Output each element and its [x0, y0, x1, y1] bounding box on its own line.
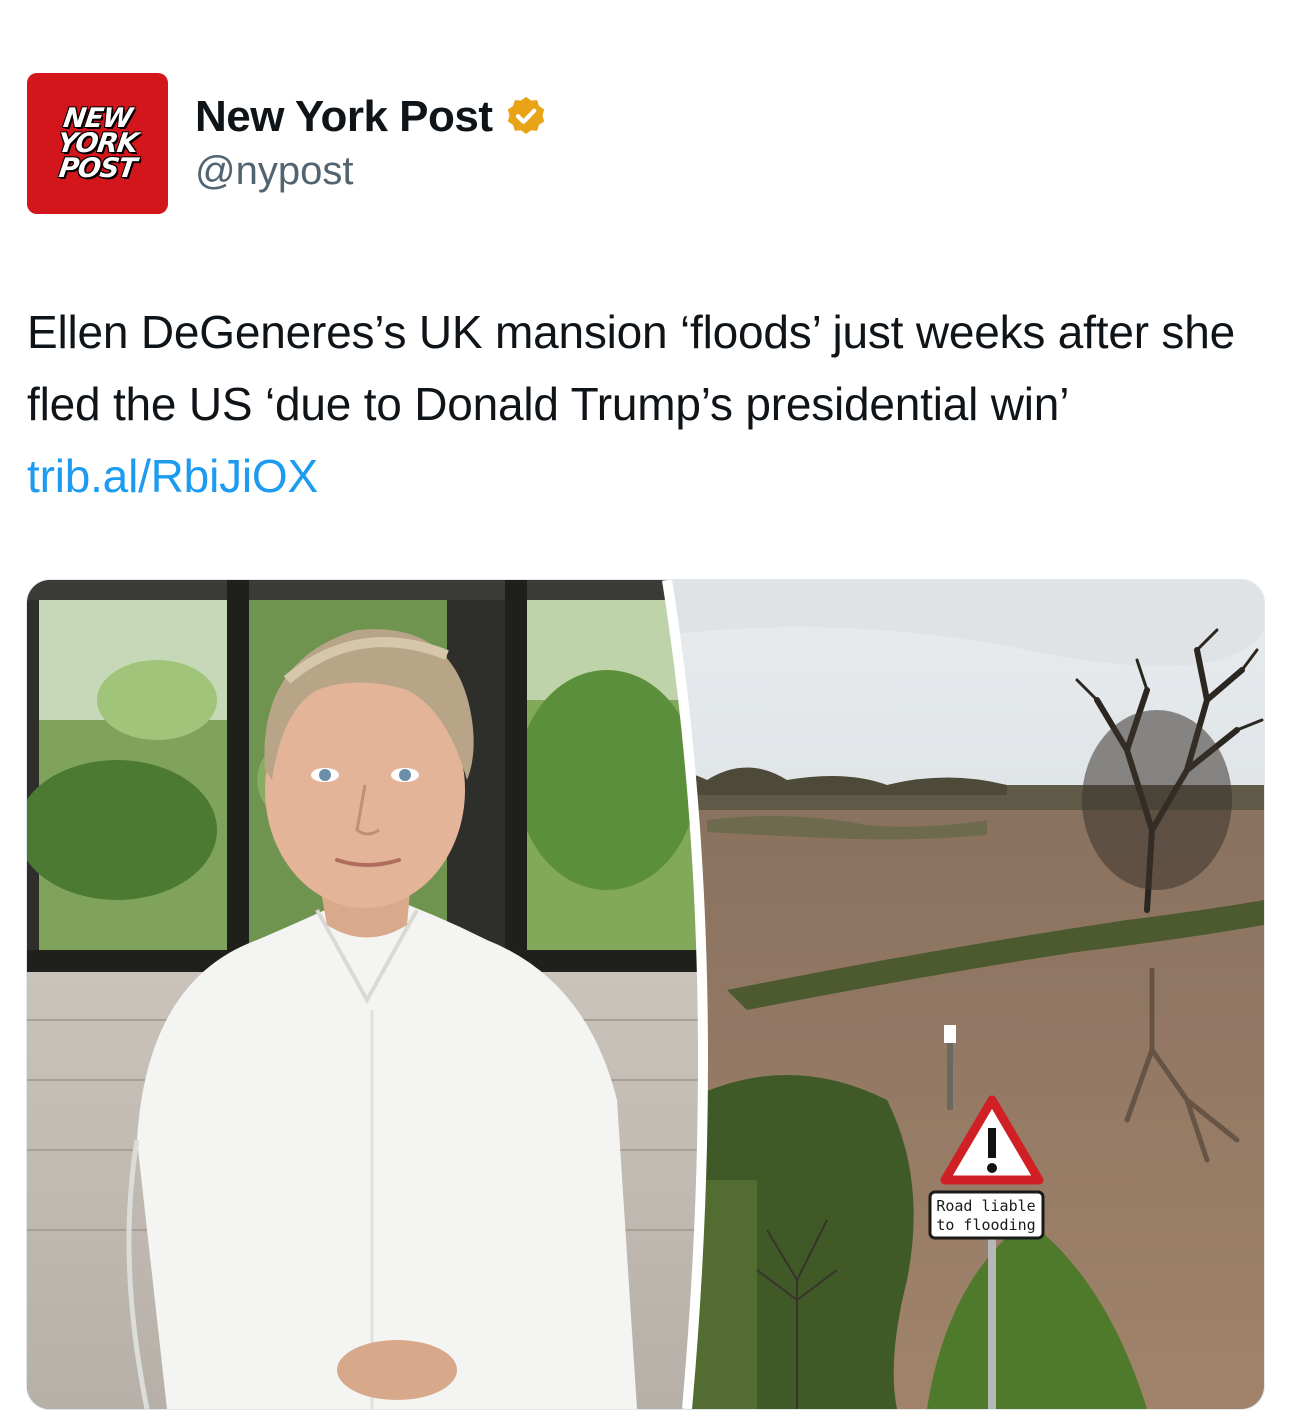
- verified-badge-icon: [503, 94, 549, 140]
- avatar[interactable]: NEW YORK POST: [27, 73, 168, 214]
- logo-text-line-3: POST: [57, 153, 138, 184]
- display-name[interactable]: New York Post: [195, 92, 493, 142]
- name-row: New York Post: [195, 91, 549, 143]
- account-handle[interactable]: @nypost: [195, 149, 549, 194]
- portrait-photo: [27, 580, 703, 1409]
- tweet-text: Ellen DeGeneres’s UK mansion ‘floods’ ju…: [27, 296, 1267, 512]
- flood-photo: Road liable to flooding: [627, 580, 1264, 1409]
- sign-text-line-1: Road liable: [936, 1197, 1035, 1215]
- tweet-link[interactable]: trib.al/RbiJiOX: [27, 450, 318, 502]
- tweet-header: NEW YORK POST New York Post @nypost: [27, 73, 549, 214]
- sign-text-line-2: to flooding: [936, 1216, 1035, 1234]
- tweet-media[interactable]: Road liable to flooding: [26, 579, 1265, 1410]
- account-identity: New York Post @nypost: [195, 91, 549, 194]
- tweet-body: Ellen DeGeneres’s UK mansion ‘floods’ ju…: [27, 306, 1235, 430]
